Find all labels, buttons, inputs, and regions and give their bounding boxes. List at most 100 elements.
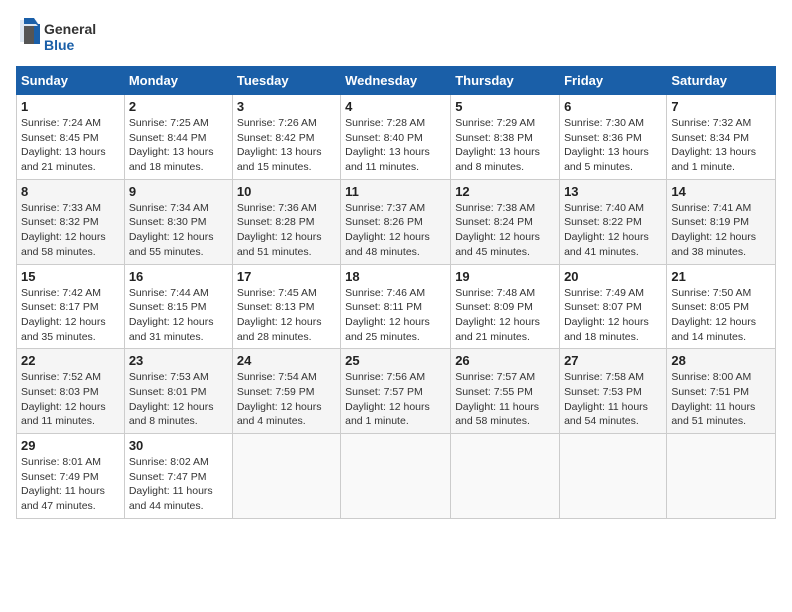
calendar-cell: 22Sunrise: 7:52 AM Sunset: 8:03 PM Dayli…: [17, 349, 125, 434]
day-number: 3: [237, 99, 336, 114]
day-number: 15: [21, 269, 120, 284]
calendar-cell: 14 Sunrise: 7:41 AM Sunset: 8:19 PM Dayli…: [667, 179, 776, 264]
week-row-2: 8 Sunrise: 7:33 AM Sunset: 8:32 PM Daylig…: [17, 179, 776, 264]
day-detail: Sunrise: 7:53 AM Sunset: 8:01 PM Dayligh…: [129, 370, 228, 429]
calendar-cell: 17 Sunrise: 7:45 AM Sunset: 8:13 PM Dayli…: [232, 264, 340, 349]
weekday-saturday: Saturday: [667, 67, 776, 95]
day-detail: Sunrise: 7:32 AM Sunset: 8:34 PM Dayligh…: [671, 116, 771, 175]
day-detail: Sunrise: 7:29 AM Sunset: 8:38 PM Dayligh…: [455, 116, 555, 175]
calendar-cell: 9 Sunrise: 7:34 AM Sunset: 8:30 PM Daylig…: [124, 179, 232, 264]
day-detail: Sunrise: 7:58 AM Sunset: 7:53 PM Dayligh…: [564, 370, 662, 429]
calendar-cell: 19Sunrise: 7:48 AM Sunset: 8:09 PM Dayli…: [451, 264, 560, 349]
calendar-cell: [341, 434, 451, 519]
day-number: 24: [237, 353, 336, 368]
calendar-cell: 23Sunrise: 7:53 AM Sunset: 8:01 PM Dayli…: [124, 349, 232, 434]
day-number: 2: [129, 99, 228, 114]
calendar-cell: 16 Sunrise: 7:44 AM Sunset: 8:15 PM Dayli…: [124, 264, 232, 349]
calendar-cell: 30 Sunrise: 8:02 AM Sunset: 7:47 PM Dayli…: [124, 434, 232, 519]
week-row-1: 1 Sunrise: 7:24 AM Sunset: 8:45 PM Daylig…: [17, 95, 776, 180]
day-number: 28: [671, 353, 771, 368]
day-number: 9: [129, 184, 228, 199]
day-detail: Sunrise: 7:34 AM Sunset: 8:30 PM Dayligh…: [129, 201, 228, 260]
day-detail: Sunrise: 7:33 AM Sunset: 8:32 PM Dayligh…: [21, 201, 120, 260]
day-detail: Sunrise: 7:40 AM Sunset: 8:22 PM Dayligh…: [564, 201, 662, 260]
day-number: 16: [129, 269, 228, 284]
day-detail: Sunrise: 7:24 AM Sunset: 8:45 PM Dayligh…: [21, 116, 120, 175]
day-detail: Sunrise: 7:42 AM Sunset: 8:17 PM Dayligh…: [21, 286, 120, 345]
day-detail: Sunrise: 8:00 AM Sunset: 7:51 PM Dayligh…: [671, 370, 771, 429]
day-number: 27: [564, 353, 662, 368]
calendar-cell: 2Sunrise: 7:25 AM Sunset: 8:44 PM Daylig…: [124, 95, 232, 180]
day-number: 20: [564, 269, 662, 284]
calendar-cell: 12 Sunrise: 7:38 AM Sunset: 8:24 PM Dayli…: [451, 179, 560, 264]
day-number: 29: [21, 438, 120, 453]
day-detail: Sunrise: 7:54 AM Sunset: 7:59 PM Dayligh…: [237, 370, 336, 429]
calendar-body: 1 Sunrise: 7:24 AM Sunset: 8:45 PM Daylig…: [17, 95, 776, 519]
day-detail: Sunrise: 7:44 AM Sunset: 8:15 PM Dayligh…: [129, 286, 228, 345]
day-number: 5: [455, 99, 555, 114]
day-number: 18: [345, 269, 446, 284]
day-number: 13: [564, 184, 662, 199]
header: General Blue: [16, 16, 776, 56]
day-number: 10: [237, 184, 336, 199]
calendar-cell: 21 Sunrise: 7:50 AM Sunset: 8:05 PM Dayli…: [667, 264, 776, 349]
week-row-5: 29 Sunrise: 8:01 AM Sunset: 7:49 PM Dayli…: [17, 434, 776, 519]
day-number: 8: [21, 184, 120, 199]
day-number: 26: [455, 353, 555, 368]
day-detail: Sunrise: 8:01 AM Sunset: 7:49 PM Dayligh…: [21, 455, 120, 514]
day-detail: Sunrise: 7:26 AM Sunset: 8:42 PM Dayligh…: [237, 116, 336, 175]
day-number: 11: [345, 184, 446, 199]
calendar-cell: 15 Sunrise: 7:42 AM Sunset: 8:17 PM Dayli…: [17, 264, 125, 349]
calendar-cell: 13 Sunrise: 7:40 AM Sunset: 8:22 PM Dayli…: [560, 179, 667, 264]
weekday-sunday: Sunday: [17, 67, 125, 95]
week-row-3: 15 Sunrise: 7:42 AM Sunset: 8:17 PM Dayli…: [17, 264, 776, 349]
day-detail: Sunrise: 7:41 AM Sunset: 8:19 PM Dayligh…: [671, 201, 771, 260]
day-detail: Sunrise: 7:49 AM Sunset: 8:07 PM Dayligh…: [564, 286, 662, 345]
calendar-table: SundayMondayTuesdayWednesdayThursdayFrid…: [16, 66, 776, 519]
calendar-cell: 20 Sunrise: 7:49 AM Sunset: 8:07 PM Dayli…: [560, 264, 667, 349]
weekday-thursday: Thursday: [451, 67, 560, 95]
day-detail: Sunrise: 8:02 AM Sunset: 7:47 PM Dayligh…: [129, 455, 228, 514]
calendar-cell: 10Sunrise: 7:36 AM Sunset: 8:28 PM Dayli…: [232, 179, 340, 264]
day-number: 30: [129, 438, 228, 453]
day-detail: Sunrise: 7:56 AM Sunset: 7:57 PM Dayligh…: [345, 370, 446, 429]
calendar-cell: 18 Sunrise: 7:46 AM Sunset: 8:11 PM Dayli…: [341, 264, 451, 349]
day-number: 14: [671, 184, 771, 199]
day-number: 19: [455, 269, 555, 284]
day-number: 25: [345, 353, 446, 368]
calendar-cell: 6Sunrise: 7:30 AM Sunset: 8:36 PM Daylig…: [560, 95, 667, 180]
day-detail: Sunrise: 7:30 AM Sunset: 8:36 PM Dayligh…: [564, 116, 662, 175]
calendar-cell: [232, 434, 340, 519]
day-number: 1: [21, 99, 120, 114]
day-number: 21: [671, 269, 771, 284]
calendar-cell: 29 Sunrise: 8:01 AM Sunset: 7:49 PM Dayli…: [17, 434, 125, 519]
day-detail: Sunrise: 7:46 AM Sunset: 8:11 PM Dayligh…: [345, 286, 446, 345]
calendar-cell: 28 Sunrise: 8:00 AM Sunset: 7:51 PM Dayli…: [667, 349, 776, 434]
day-number: 17: [237, 269, 336, 284]
calendar-cell: 27 Sunrise: 7:58 AM Sunset: 7:53 PM Dayli…: [560, 349, 667, 434]
weekday-header-row: SundayMondayTuesdayWednesdayThursdayFrid…: [17, 67, 776, 95]
calendar-cell: 3 Sunrise: 7:26 AM Sunset: 8:42 PM Daylig…: [232, 95, 340, 180]
calendar-cell: 8 Sunrise: 7:33 AM Sunset: 8:32 PM Daylig…: [17, 179, 125, 264]
weekday-friday: Friday: [560, 67, 667, 95]
day-number: 12: [455, 184, 555, 199]
weekday-wednesday: Wednesday: [341, 67, 451, 95]
calendar-cell: 4Sunrise: 7:28 AM Sunset: 8:40 PM Daylig…: [341, 95, 451, 180]
svg-text:Blue: Blue: [44, 37, 75, 53]
day-number: 7: [671, 99, 771, 114]
calendar-cell: 24 Sunrise: 7:54 AM Sunset: 7:59 PM Dayli…: [232, 349, 340, 434]
day-detail: Sunrise: 7:45 AM Sunset: 8:13 PM Dayligh…: [237, 286, 336, 345]
calendar-cell: 7 Sunrise: 7:32 AM Sunset: 8:34 PM Daylig…: [667, 95, 776, 180]
calendar-cell: 1 Sunrise: 7:24 AM Sunset: 8:45 PM Daylig…: [17, 95, 125, 180]
calendar-cell: [667, 434, 776, 519]
day-detail: Sunrise: 7:38 AM Sunset: 8:24 PM Dayligh…: [455, 201, 555, 260]
weekday-tuesday: Tuesday: [232, 67, 340, 95]
calendar-cell: [451, 434, 560, 519]
day-number: 4: [345, 99, 446, 114]
day-detail: Sunrise: 7:52 AM Sunset: 8:03 PM Dayligh…: [21, 370, 120, 429]
logo-svg: General Blue: [16, 16, 106, 56]
svg-text:General: General: [44, 21, 96, 37]
day-detail: Sunrise: 7:50 AM Sunset: 8:05 PM Dayligh…: [671, 286, 771, 345]
week-row-4: 22Sunrise: 7:52 AM Sunset: 8:03 PM Dayli…: [17, 349, 776, 434]
weekday-monday: Monday: [124, 67, 232, 95]
